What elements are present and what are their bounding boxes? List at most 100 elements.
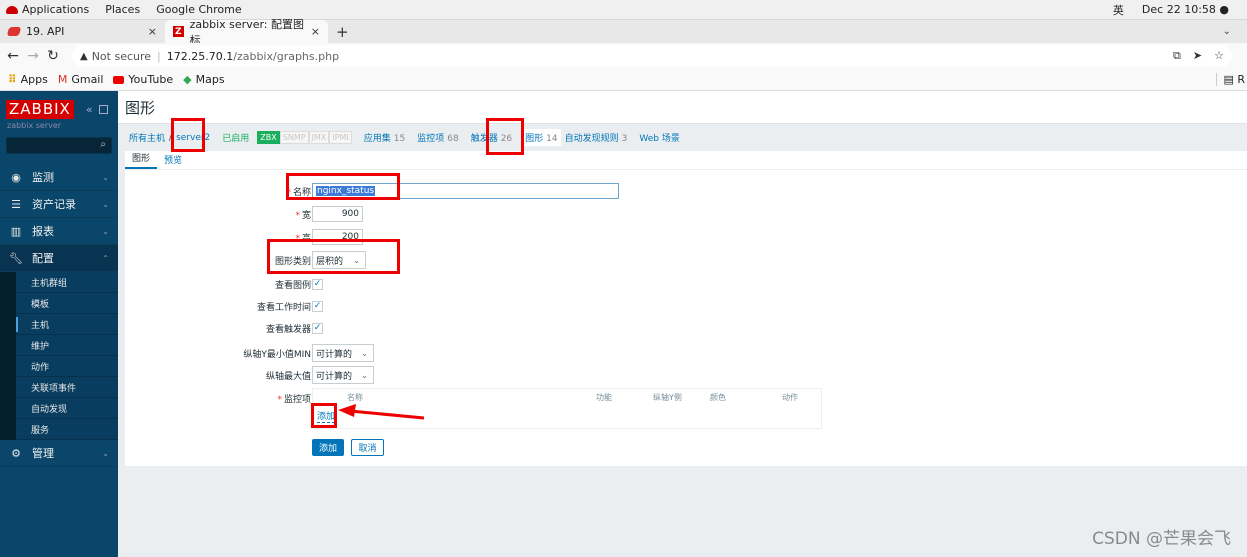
bookmark-apps[interactable]: ⠿ Apps [8,73,48,86]
row-height: * 高 200 [125,228,1247,246]
browser-toolbar: ← → ↻ ▲ Not secure | 172.25.70.1/zabbix/… [0,43,1247,69]
submit-add-button[interactable]: 添加 [312,439,344,456]
apps-grid-icon: ⠿ [8,73,17,86]
back-arrow-icon[interactable]: ← [6,48,20,64]
sidebar-item-inventory[interactable]: ☰ 资产记录 ⌄ [0,191,118,218]
submenu-discovery[interactable]: 自动发现 [16,398,118,419]
badge-snmp: SNMP [279,131,309,144]
submenu-event-correlation[interactable]: 关联项事件 [16,377,118,398]
bookmark-youtube[interactable]: YouTube [113,73,173,86]
nav-web-scenarios[interactable]: Web 场景 [639,131,679,144]
close-icon[interactable]: × [311,25,320,38]
nav-applications[interactable]: 应用集 15 [364,131,405,144]
sidebar-search-input[interactable]: ⌕ [6,137,112,154]
show-legend-checkbox[interactable]: ✓ [312,278,323,290]
graph-type-select[interactable]: 层积的 ⌄ [312,251,366,269]
new-tab-button[interactable]: + [336,20,349,43]
address-bar[interactable]: ▲ Not secure | 172.25.70.1/zabbix/graphs… [72,45,1232,67]
height-input[interactable]: 200 [312,229,363,245]
maps-icon: ◆ [183,73,192,86]
name-input[interactable]: nginx_status [312,183,619,199]
sidebar-item-reports[interactable]: ▥ 报表 ⌄ [0,218,118,245]
kiosk-mode-icon[interactable] [98,104,108,114]
show-worktime-checkbox[interactable]: ✓ [312,300,323,312]
badge-ipmi: IPMI [329,131,352,144]
tab-search-chevron-icon[interactable]: ⌄ [1223,20,1231,43]
nav-triggers[interactable]: 触发器 26 [471,131,512,144]
row-show-worktime: 查看工作时间 ✓ [256,300,323,313]
badge-jmx: JMX [308,131,330,144]
main-content: 图形 所有主机 / server2 已启用 ZBX SNMP JMX IPMI … [118,91,1247,557]
chevron-down-icon: ⌄ [102,448,109,458]
width-input[interactable]: 900 [312,206,363,222]
bar-chart-icon: ▥ [10,224,22,238]
list-icon: ☰ [11,197,21,211]
submenu-services[interactable]: 服务 [16,419,118,440]
collapse-sidebar-icon[interactable]: « [86,103,93,116]
breadcrumb-host[interactable]: server2 [176,133,210,143]
places-menu[interactable]: Places [105,3,140,16]
wrench-icon: 🔧︎ [9,251,23,265]
chevron-down-icon: ⌄ [361,348,368,358]
tab-preview[interactable]: 预览 [157,153,189,169]
chevron-down-icon: ⌄ [361,370,368,380]
send-icon[interactable]: ➤ [1193,49,1202,63]
chevron-down-icon: ⌄ [102,226,109,236]
zabbix-sidebar: ZABBIX « zabbix server ⌕ ◉ 监测 ⌄ ☰ 资产记录 ⌄ ▥ 报表… [0,91,118,557]
row-graph-type: 图形类别 层积的 ⌄ [125,250,1247,270]
zabbix-favicon-icon: Z [173,26,184,37]
applications-menu[interactable]: Applications [6,3,89,16]
chevron-down-icon: ⌄ [102,199,109,209]
sidebar-item-configuration[interactable]: 🔧︎ 配置 ⌃ [0,245,118,272]
browser-app-menu[interactable]: Google Chrome [156,3,241,16]
submenu-actions[interactable]: 动作 [16,356,118,377]
sidebar-item-monitoring[interactable]: ◉ 监测 ⌄ [0,164,118,191]
book-favicon-icon [6,27,22,36]
close-icon[interactable]: × [148,25,157,38]
column-name: 名称 [347,393,363,402]
clock[interactable]: Dec 22 10:58 ● [1142,3,1229,16]
row-name: * 名称 nginx_status [125,182,1247,200]
forward-arrow-icon[interactable]: → [26,48,40,64]
nav-discovery-rules[interactable]: 自动发现规则 3 [565,131,628,144]
server-name: zabbix server [7,121,62,130]
bookmark-maps[interactable]: ◆ Maps [183,73,224,86]
translate-icon[interactable]: ⧉ [1173,49,1181,63]
browser-tabstrip: 19. API × Z zabbix server: 配置图标 × + ⌄ [0,18,1247,47]
host-status[interactable]: 已启用 [222,131,249,144]
page-title: 图形 [118,91,1247,124]
row-width: * 宽 900 [125,205,1247,223]
search-icon[interactable]: ⌕ [100,139,106,150]
add-item-link[interactable]: 添加 [317,409,336,423]
watermark: CSDN @芒果会飞 [1092,529,1231,549]
bookmark-star-icon[interactable]: ☆ [1214,49,1224,63]
breadcrumb-all-hosts[interactable]: 所有主机 [129,131,165,144]
submenu-host-groups[interactable]: 主机群组 [16,272,118,293]
reading-list-icon: ▤ [1223,73,1238,86]
nav-items[interactable]: 监控项 68 [417,131,458,144]
bookmark-gmail[interactable]: M Gmail [58,73,104,86]
nav-graphs[interactable]: 图形 14 [522,129,561,146]
tab-graph[interactable]: 图形 [125,151,158,169]
browser-tab-api[interactable]: 19. API × [0,20,165,43]
input-method-indicator[interactable]: 英 [1113,2,1124,18]
browser-tab-zabbix[interactable]: Z zabbix server: 配置图标 × [165,18,328,47]
submenu-hosts[interactable]: 主机 [16,314,118,335]
ymax-select[interactable]: 可计算的 ⌄ [312,366,374,384]
ymin-select[interactable]: 可计算的 ⌄ [312,344,374,362]
cancel-button[interactable]: 取消 [351,439,384,456]
submenu-maintenance[interactable]: 维护 [16,335,118,356]
gmail-icon: M [57,73,68,86]
form-tabs: 图形 预览 [125,151,1247,170]
reading-list[interactable]: ▤ R [1216,73,1245,86]
sidebar-item-administration[interactable]: ⚙ 管理 ⌄ [0,440,118,467]
chevron-down-icon: ⌄ [353,255,360,265]
chevron-up-icon: ⌃ [102,253,109,263]
show-triggers-checkbox[interactable]: ✓ [312,322,323,334]
column-function: 功能 [596,393,612,402]
reload-icon[interactable]: ↻ [46,48,60,64]
submenu-templates[interactable]: 模板 [16,293,118,314]
eye-icon: ◉ [11,170,21,184]
row-show-triggers: 查看触发器 ✓ [265,322,323,335]
zabbix-logo[interactable]: ZABBIX [6,99,74,119]
